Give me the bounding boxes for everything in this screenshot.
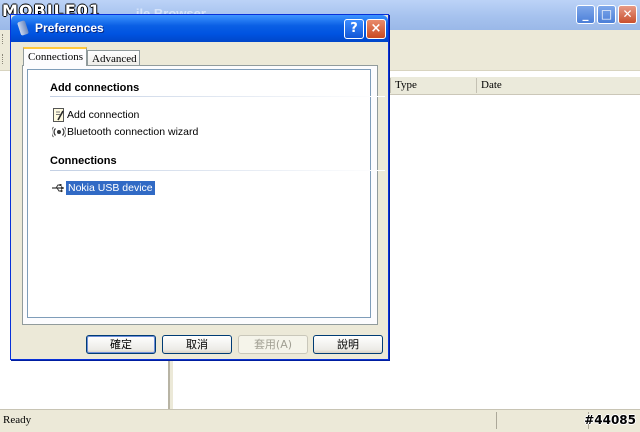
- file-list-header: Type Date: [390, 77, 640, 95]
- minimize-icon[interactable]: _: [576, 5, 595, 24]
- maximize-icon[interactable]: □: [597, 5, 616, 24]
- section-heading-connections: Connections: [50, 155, 117, 167]
- preferences-dialog: Preferences ? × Connections Advanced Add…: [10, 14, 389, 360]
- toolbar-grip[interactable]: [2, 34, 6, 44]
- watermark-id: #44085: [584, 413, 636, 427]
- ok-button[interactable]: 確定: [86, 335, 156, 354]
- dialog-close-icon[interactable]: ×: [366, 19, 386, 39]
- add-connection-label: Add connection: [67, 109, 140, 121]
- connection-label-nokia-usb: Nokia USB device: [66, 181, 155, 195]
- toolbar-grip[interactable]: [2, 54, 6, 64]
- apply-button[interactable]: 套用(A): [238, 335, 308, 354]
- add-connection-icon: [53, 108, 64, 122]
- status-bar: Ready #44085: [0, 409, 640, 432]
- status-separator: [496, 412, 497, 429]
- dialog-titlebar[interactable]: Preferences ? ×: [11, 15, 388, 42]
- section-divider: [50, 170, 385, 171]
- phone-icon: [17, 20, 29, 36]
- close-icon[interactable]: ✕: [618, 5, 637, 24]
- column-header-type[interactable]: Type: [390, 78, 475, 93]
- dialog-title: Preferences: [35, 21, 104, 35]
- bluetooth-wizard-label: Bluetooth connection wizard: [67, 126, 199, 138]
- tab-connections[interactable]: Connections: [23, 47, 87, 66]
- help-button[interactable]: 說明: [313, 335, 383, 354]
- section-heading-add-connections: Add connections: [50, 82, 140, 94]
- column-header-date[interactable]: Date: [476, 78, 640, 93]
- usb-icon: [52, 184, 64, 193]
- status-text: Ready: [3, 414, 32, 426]
- section-divider: [50, 96, 385, 97]
- cancel-button[interactable]: 取消: [162, 335, 232, 354]
- help-icon[interactable]: ?: [344, 19, 364, 39]
- connections-list: Add connections Add connection Bluetooth…: [27, 69, 385, 318]
- bluetooth-icon: [52, 126, 66, 138]
